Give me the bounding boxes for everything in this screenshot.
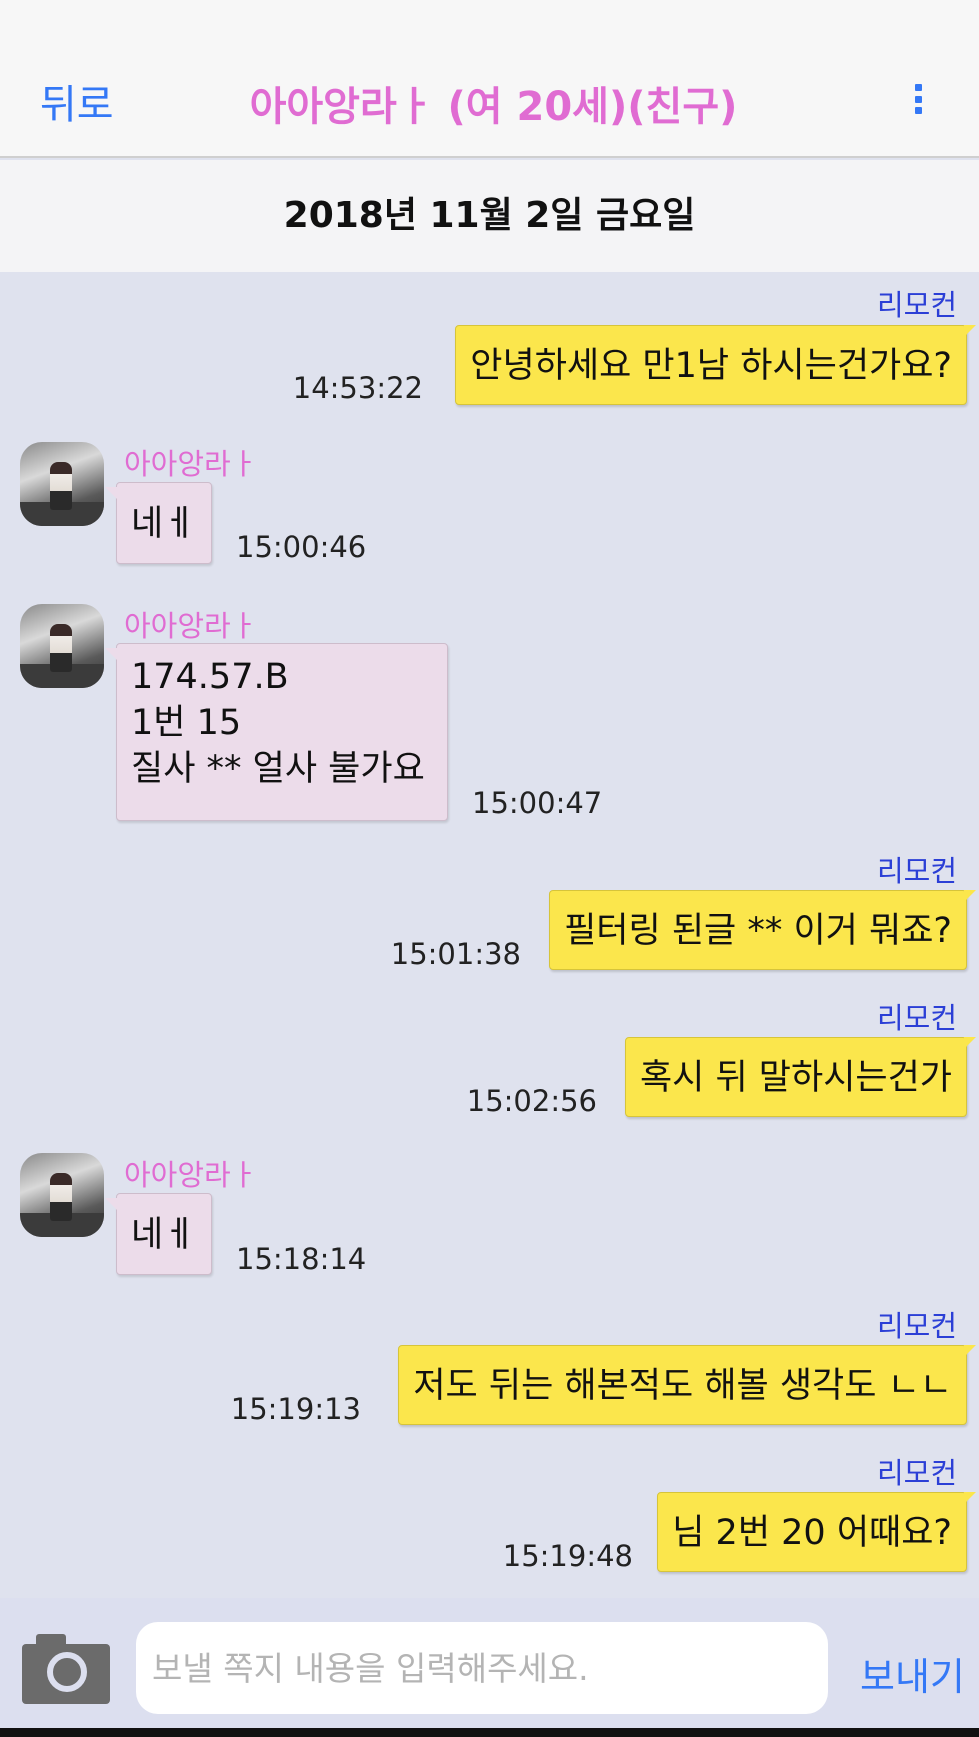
message-timestamp: 15:19:13 xyxy=(230,1392,361,1426)
message-bubble-outgoing[interactable]: 저도 뒤는 해본적도 해볼 생각도 ㄴㄴ xyxy=(398,1345,976,1425)
sender-name: 리모컨 xyxy=(876,854,957,888)
message-input[interactable] xyxy=(136,1622,828,1714)
sender-name: 리모컨 xyxy=(876,1456,957,1490)
message-text: 네ㅔ xyxy=(131,1215,196,1255)
message-timestamp: 15:01:38 xyxy=(390,937,521,971)
message-timestamp: 15:02:56 xyxy=(466,1084,597,1118)
message-bubble-incoming[interactable]: 네ㅔ xyxy=(105,1193,212,1275)
message-timestamp: 15:00:47 xyxy=(472,786,603,820)
sender-name: 리모컨 xyxy=(876,1001,957,1035)
sender-name: 리모컨 xyxy=(876,288,957,322)
message-bubble-outgoing[interactable]: 필터링 된글 ** 이거 뭐죠? xyxy=(549,890,976,970)
message-text: 174.57.B xyxy=(131,657,289,697)
message-text: 네ㅔ xyxy=(131,504,196,544)
message-timestamp: 15:18:14 xyxy=(236,1242,367,1276)
avatar[interactable] xyxy=(20,604,104,688)
message-input-bar: 보내기 xyxy=(0,1598,979,1737)
message-bubble-incoming[interactable]: 174.57.B 1번 15 질사 ** 얼사 불가요 xyxy=(105,643,448,821)
message-text: 1번 15 xyxy=(131,703,242,743)
chat-header: 뒤로 아아앙라ㅏ (여 20세)(친구) xyxy=(0,0,979,158)
message-timestamp: 15:00:46 xyxy=(236,530,367,564)
camera-icon[interactable] xyxy=(22,1634,110,1704)
message-timestamp: 14:53:22 xyxy=(292,371,423,405)
bottom-edge xyxy=(0,1728,979,1737)
chat-title: 아아앙라ㅏ (여 20세)(친구) xyxy=(249,84,738,130)
message-bubble-outgoing[interactable]: 혹시 뒤 말하시는건가 xyxy=(624,1037,977,1117)
message-text: 질사 ** 얼사 불가요 xyxy=(131,749,425,789)
avatar[interactable] xyxy=(20,1153,104,1237)
sender-name: 리모컨 xyxy=(876,1309,957,1343)
send-button[interactable]: 보내기 xyxy=(860,1646,965,1701)
date-separator: 2018년 11월 2일 금요일 xyxy=(0,160,979,272)
sender-name: 아아앙라ㅏ xyxy=(124,447,258,481)
message-bubble-outgoing[interactable]: 님 2번 20 어때요? xyxy=(657,1492,976,1572)
message-timestamp: 15:19:48 xyxy=(502,1539,633,1573)
avatar[interactable] xyxy=(20,442,104,526)
sender-name: 아아앙라ㅏ xyxy=(124,609,258,643)
message-bubble-incoming[interactable]: 네ㅔ xyxy=(105,482,212,564)
more-vertical-icon[interactable] xyxy=(910,84,926,114)
sender-name: 아아앙라ㅏ xyxy=(124,1158,258,1192)
message-bubble-outgoing[interactable]: 안녕하세요 만1남 하시는건가요? xyxy=(455,325,976,405)
